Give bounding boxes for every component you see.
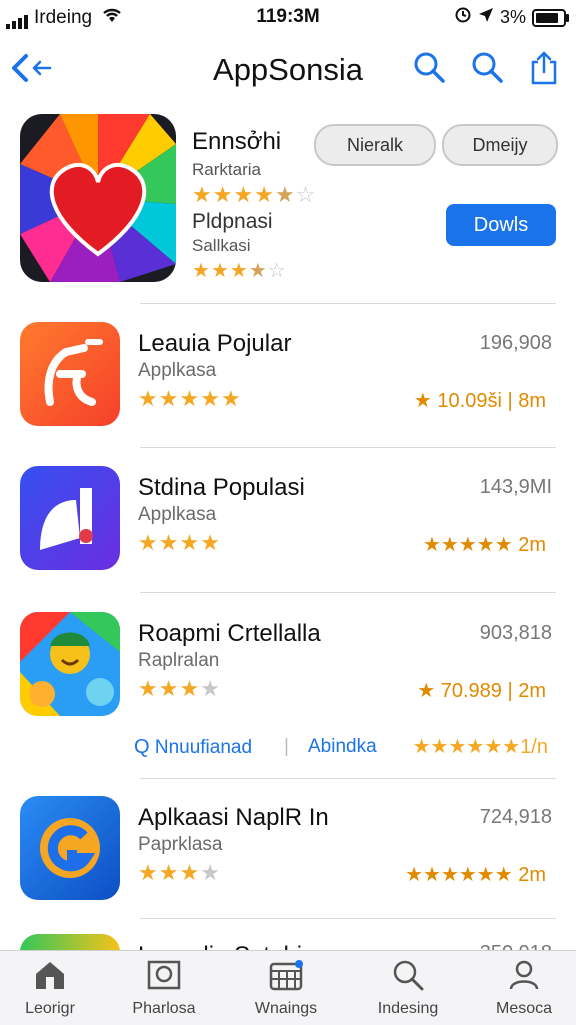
rating-meta: ★ 70.989 | 2m (417, 680, 546, 702)
list-item-partial[interactable]: Lecaulie Sutuhi 350,918 (0, 934, 576, 950)
app-category: Paprklasa (138, 834, 223, 855)
tab-bar: Leorigr Pharlosa Wnaings Indesing Mesoca (0, 950, 576, 1025)
battery-icon (532, 8, 569, 27)
divider (140, 778, 556, 779)
calendar-icon (236, 959, 336, 996)
rating-stars: ★★★★ (138, 676, 221, 701)
battery-percent: 3% (499, 7, 526, 27)
app-icon[interactable] (20, 796, 120, 900)
status-bar: Irdeing 119:3M 3% (0, 0, 576, 34)
app-name: Leauia Pojular (138, 330, 292, 357)
tab-photos[interactable]: Pharlosa (114, 959, 214, 1018)
tab-calendar[interactable]: Wnaings (236, 959, 336, 1018)
link-left[interactable]: Q Nnuufianad (134, 736, 252, 759)
link-divider: | (284, 736, 289, 757)
app-name: Roapmi Crtellalla (138, 620, 321, 647)
tab-home[interactable]: Leorigr (0, 959, 100, 1018)
home-icon (0, 959, 100, 996)
app-category: Raplralan (138, 650, 220, 671)
rating-stars: ★★★★ (138, 530, 221, 555)
link-left-label: Nnuufianad (154, 737, 253, 758)
featured-app-icon[interactable] (20, 114, 176, 282)
app-name: Stdina Populasi (138, 474, 305, 501)
divider (140, 918, 556, 919)
featured-app-subcategory: Sallkasi (192, 236, 251, 255)
pill-button-left[interactable]: Nieralk (314, 124, 436, 166)
divider (140, 447, 556, 448)
person-icon (474, 959, 574, 996)
featured-rating-stars: ★★★★★☆ (192, 182, 317, 207)
featured-app[interactable]: Ennsởhi Rarktaria ★★★★★☆ Pldpnasi Sallka… (0, 108, 576, 308)
tab-label: Indesing (377, 1000, 439, 1017)
app-name: Aplkaasi NaplR In (138, 804, 329, 831)
alarm-icon (454, 6, 472, 29)
featured-app-category: Rarktaria (192, 160, 261, 179)
featured-rating-stars-secondary: ★★★★☆ (192, 260, 287, 282)
featured-app-subtitle: Pldpnasi (192, 210, 273, 233)
rating-stars: ★★★★★ (138, 386, 242, 411)
link-rating: ★★★★★★1/n (412, 736, 548, 758)
app-category: Applkasa (138, 360, 217, 381)
rating-meta: ★ 10.09ši | 8m (413, 390, 546, 412)
location-icon (478, 7, 494, 28)
get-button[interactable]: Dowls (446, 204, 556, 246)
featured-app-name: Ennsởhi (192, 128, 282, 155)
search-icon (358, 959, 458, 996)
download-count: 350,918 (480, 942, 552, 950)
tab-label: Leorigr (25, 1000, 75, 1017)
divider (140, 592, 556, 593)
navigation-bar: AppSonsia (0, 42, 576, 94)
pill-button-right[interactable]: Dmeijy (442, 124, 558, 166)
link-right[interactable]: Abindka (308, 736, 377, 758)
app-icon[interactable] (20, 612, 120, 716)
download-count: 724,918 (479, 806, 552, 828)
divider (140, 303, 556, 304)
tab-label: Pharlosa (132, 1000, 196, 1017)
app-name: Lecaulie Sutuhi (138, 942, 302, 950)
tab-label: Wnaings (254, 1000, 318, 1017)
rating-stars: ★★★★ (138, 860, 221, 885)
share-icon[interactable] (528, 50, 560, 91)
download-count: 143,9MI (479, 476, 552, 498)
download-count: 196,908 (479, 332, 552, 354)
tab-profile[interactable]: Mesoca (474, 959, 574, 1018)
app-links-row: Q Nnuufianad | Abindka ★★★★★★1/n (134, 736, 558, 766)
rating-meta: ★★★★★ 2m (423, 534, 546, 556)
app-icon[interactable] (20, 322, 120, 426)
rating-meta: ★★★★★★ 2m (405, 864, 546, 886)
search-icon[interactable] (412, 50, 446, 89)
download-count: 903,818 (479, 622, 552, 644)
app-icon[interactable] (20, 934, 120, 950)
search-icon[interactable] (470, 50, 504, 89)
app-category: Applkasa (138, 504, 217, 525)
search-icon: Q (134, 736, 150, 758)
app-icon[interactable] (20, 466, 120, 570)
tab-label: Mesoca (495, 1000, 553, 1017)
tab-search[interactable]: Indesing (358, 959, 458, 1018)
photo-icon (114, 959, 214, 996)
